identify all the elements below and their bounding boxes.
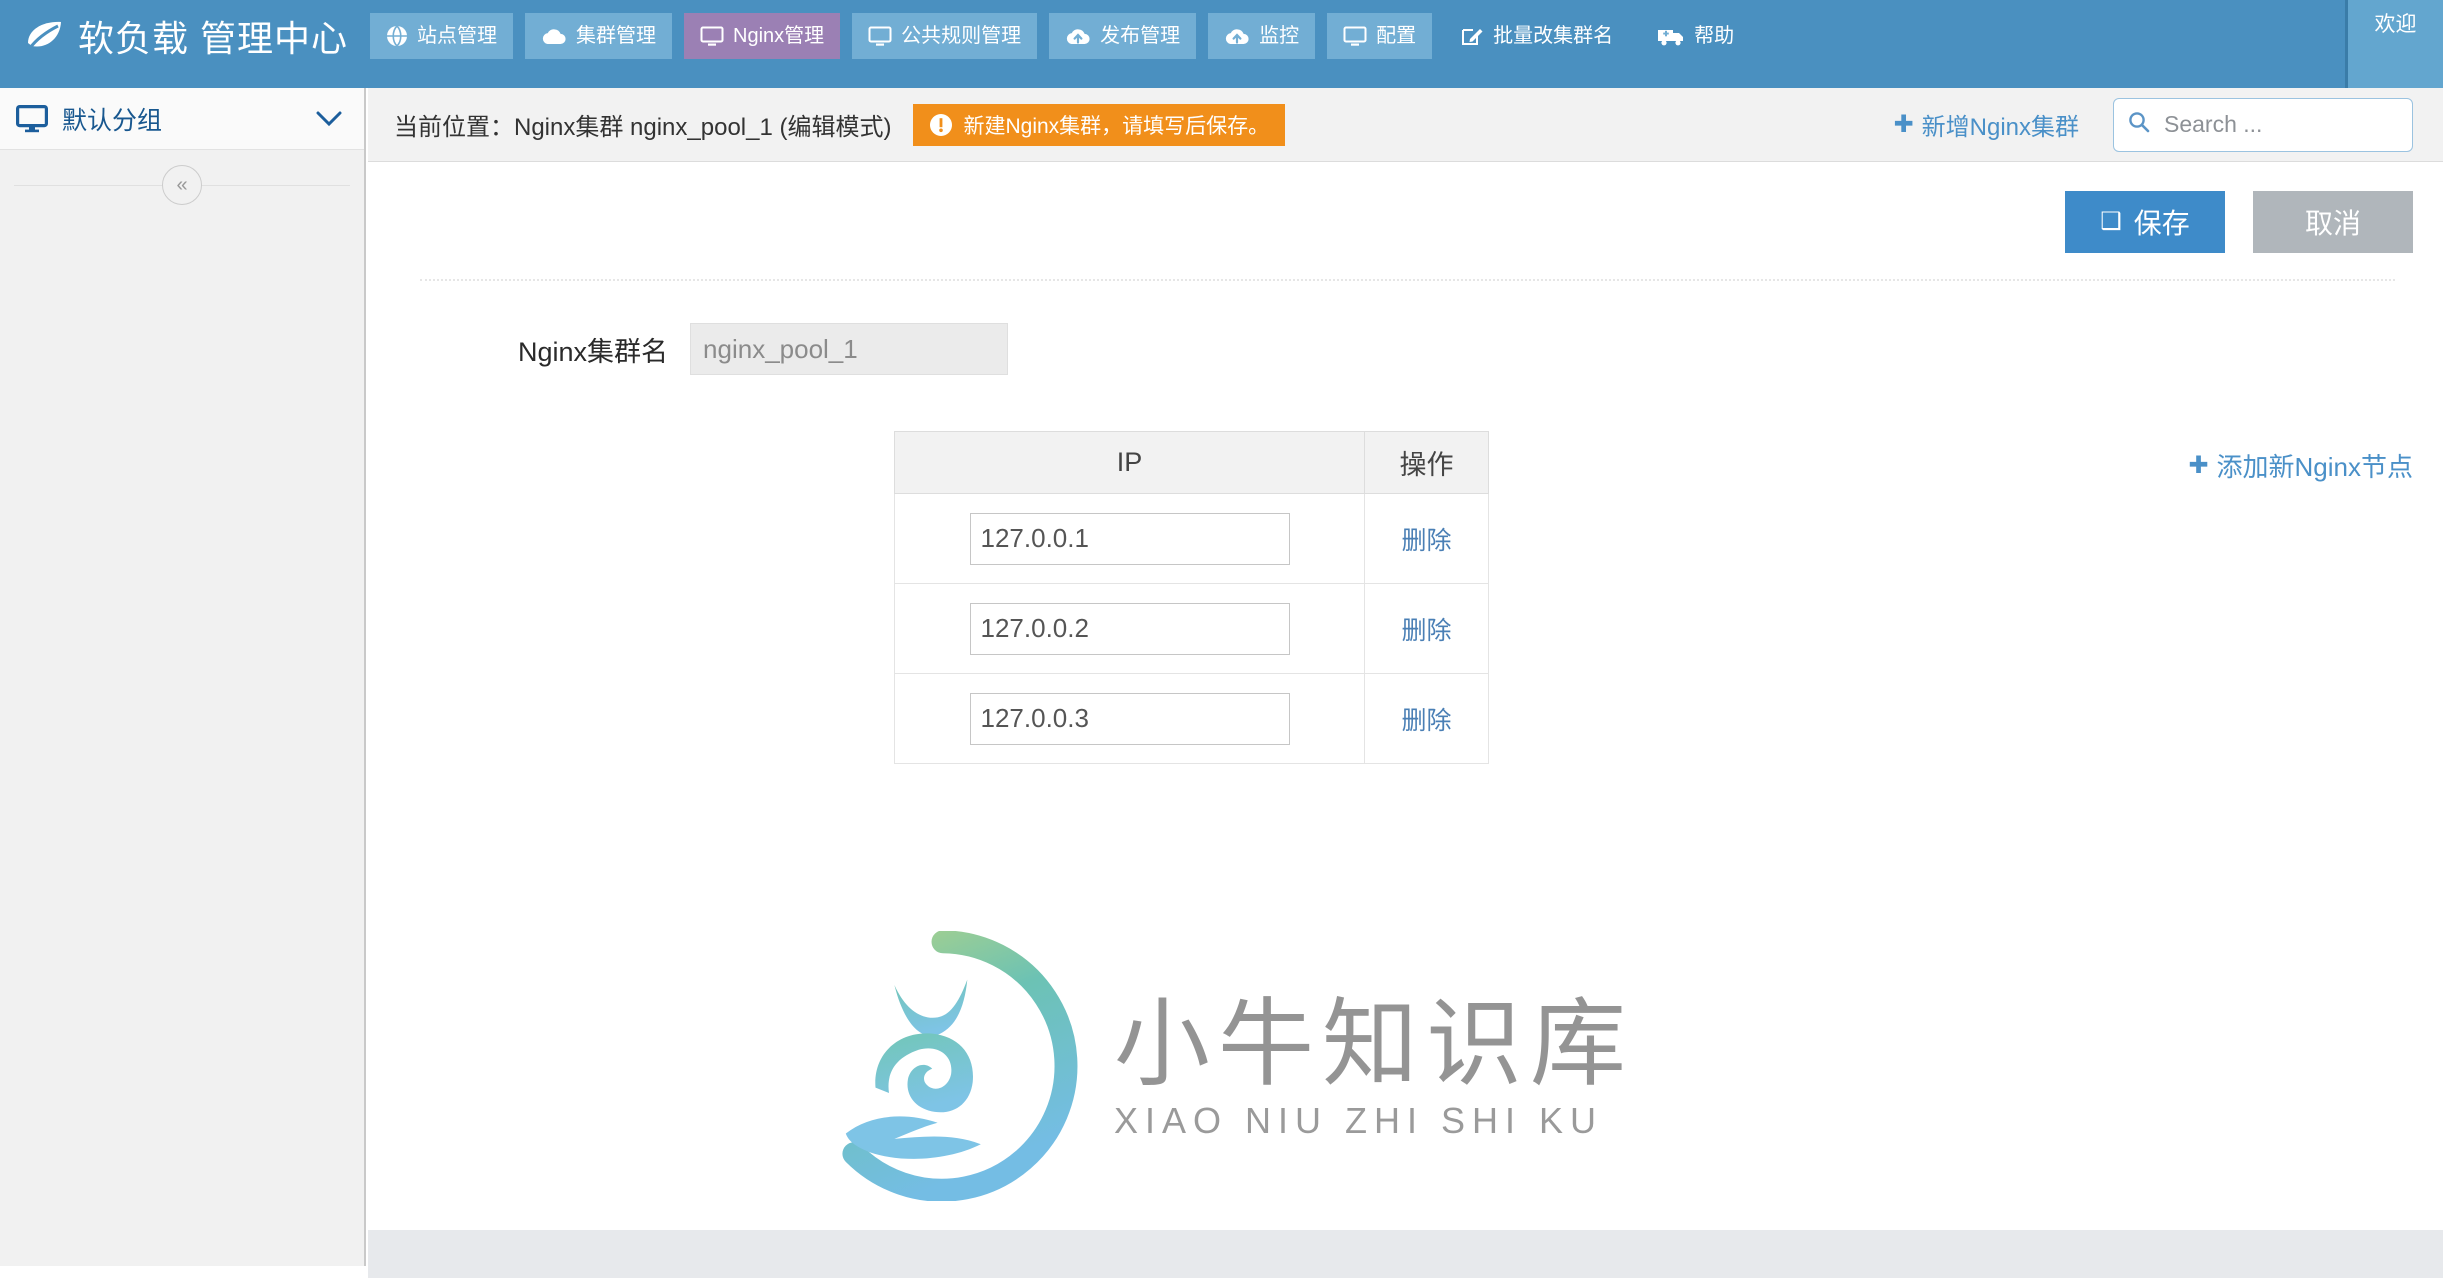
cancel-button-label: 取消: [2304, 208, 2361, 239]
nav-item-label: 发布管理: [1100, 25, 1181, 47]
nav-item-label: 集群管理: [576, 25, 657, 47]
chevron-down-icon[interactable]: [316, 111, 342, 127]
nav-item-release-management[interactable]: 发布管理: [1049, 13, 1197, 59]
ambulance-icon: [1657, 26, 1685, 46]
table-cell-action: 删除: [1364, 583, 1489, 674]
cancel-button[interactable]: 取消: [2253, 191, 2413, 253]
bottom-strip: [368, 1230, 2443, 1278]
nav-item-label: 监控: [1259, 25, 1300, 47]
nav-item-configuration[interactable]: 配置: [1327, 13, 1433, 59]
add-nginx-cluster-button[interactable]: ✚ 新增Nginx集群: [1894, 107, 2079, 142]
sidebar-collapse-button[interactable]: «: [162, 165, 202, 205]
breadcrumb: 当前位置：Nginx集群 nginx_pool_1 (编辑模式): [394, 114, 892, 141]
monitor-icon: [1343, 26, 1367, 47]
delete-node-link[interactable]: 删除: [1401, 617, 1451, 645]
ip-input[interactable]: [969, 602, 1290, 655]
nav-item-help[interactable]: 帮助: [1641, 13, 1750, 59]
welcome-label: 欢迎: [2374, 13, 2417, 36]
nav-item-site-management[interactable]: 站点管理: [370, 13, 514, 59]
save-icon: ❑: [2100, 208, 2122, 235]
table-cell-action: 删除: [1364, 493, 1489, 584]
sidebar: 默认分组 «: [0, 88, 366, 1266]
cloud-upload-icon: [1065, 26, 1091, 46]
table-cell-ip: [894, 673, 1365, 764]
bull-ring-logo-icon: [808, 930, 1078, 1206]
ip-input[interactable]: [969, 512, 1290, 565]
search-box[interactable]: [2113, 97, 2413, 152]
nav-item-label: 公共规则管理: [901, 25, 1022, 47]
delete-node-link[interactable]: 删除: [1401, 707, 1451, 735]
sidebar-group-label: 默认分组: [62, 106, 163, 135]
sidebar-collapse-area: «: [0, 150, 364, 220]
add-nginx-node-label: 添加新Nginx节点: [2216, 452, 2413, 482]
table-row: 删除: [894, 583, 1489, 674]
search-input[interactable]: [2162, 110, 2398, 139]
table-cell-action: 删除: [1364, 673, 1489, 764]
welcome-menu[interactable]: 欢迎: [2345, 0, 2443, 88]
watermark-en: XIAO NIU ZHI SHI KU: [1114, 1099, 1604, 1141]
plus-icon: ✚: [1893, 110, 1914, 138]
nginx-nodes-table: IP 操作 删除 删除: [894, 431, 1489, 764]
nav-item-label: 批量改集群名: [1493, 25, 1614, 47]
nav-item-label: Nginx管理: [733, 25, 825, 47]
collapse-icon: «: [176, 173, 188, 196]
exclamation-circle-icon: [929, 113, 953, 137]
nav-item-cluster-management[interactable]: 集群管理: [525, 13, 673, 59]
cluster-name-field-row: Nginx集群名: [518, 323, 2443, 375]
nav-item-label: 帮助: [1694, 25, 1735, 47]
watermark-text: 小牛知识库 XIAO NIU ZHI SHI KU: [1114, 991, 1634, 1142]
edit-square-icon: [1460, 25, 1484, 47]
nav-item-batch-rename-cluster[interactable]: 批量改集群名: [1444, 13, 1629, 59]
table-cell-ip: [894, 583, 1365, 674]
alert-text: 新建Nginx集群，请填写后保存。: [963, 114, 1270, 138]
section-divider: [420, 279, 2395, 281]
sidebar-group-default[interactable]: 默认分组: [0, 88, 364, 150]
add-nginx-node-button[interactable]: ✚ 添加新Nginx节点: [2188, 447, 2413, 484]
cluster-name-input[interactable]: [690, 323, 1009, 375]
ip-input[interactable]: [969, 692, 1290, 745]
nav-item-label: 配置: [1376, 25, 1417, 47]
top-navigation-bar: 软负载 管理中心 站点管理 集群管理 Nginx管理 公共规则管理 发布管理 监…: [0, 0, 2443, 88]
column-header-action: 操作: [1364, 431, 1489, 494]
subheader-bar: 当前位置：Nginx集群 nginx_pool_1 (编辑模式) 新建Nginx…: [368, 88, 2443, 162]
leaf-icon: [24, 19, 64, 53]
column-header-ip: IP: [894, 431, 1365, 494]
brand-logo[interactable]: 软负载 管理中心: [0, 0, 370, 72]
nav-item-label: 站点管理: [417, 25, 498, 47]
nav-items: 站点管理 集群管理 Nginx管理 公共规则管理 发布管理 监控 配置 批量改集…: [370, 0, 2345, 72]
monitor-icon: [868, 26, 892, 47]
table-header-row: IP 操作: [894, 431, 1489, 494]
status-badge: 新建Nginx集群，请填写后保存。: [913, 103, 1286, 146]
monitor-icon: [700, 26, 724, 47]
table-cell-ip: [894, 493, 1365, 584]
action-buttons-row: ❑ 保存 取消: [368, 163, 2443, 253]
watermark-cn: 小牛知识库: [1114, 991, 1634, 1099]
plus-icon: ✚: [2188, 451, 2209, 479]
globe-icon: [386, 25, 408, 47]
save-button[interactable]: ❑ 保存: [2065, 191, 2225, 253]
cloud-icon: [541, 26, 567, 46]
search-icon: [2128, 111, 2150, 138]
table-row: 删除: [894, 493, 1489, 584]
nav-item-monitoring[interactable]: 监控: [1208, 13, 1316, 59]
table-row: 删除: [894, 673, 1489, 764]
cluster-name-label: Nginx集群名: [518, 336, 669, 367]
cloud-upload-icon: [1224, 26, 1250, 46]
main-content: ❑ 保存 取消 Nginx集群名 IP 操作: [368, 163, 2443, 1230]
nav-item-public-rule-management[interactable]: 公共规则管理: [852, 13, 1038, 59]
save-button-label: 保存: [2133, 208, 2190, 239]
brand-title: 软负载 管理中心: [78, 18, 349, 59]
watermark: 小牛知识库 XIAO NIU ZHI SHI KU: [808, 930, 1634, 1206]
add-nginx-cluster-label: 新增Nginx集群: [1921, 114, 2079, 141]
delete-node-link[interactable]: 删除: [1401, 527, 1451, 555]
nav-item-nginx-management[interactable]: Nginx管理: [684, 13, 841, 59]
desktop-icon: [16, 104, 48, 133]
